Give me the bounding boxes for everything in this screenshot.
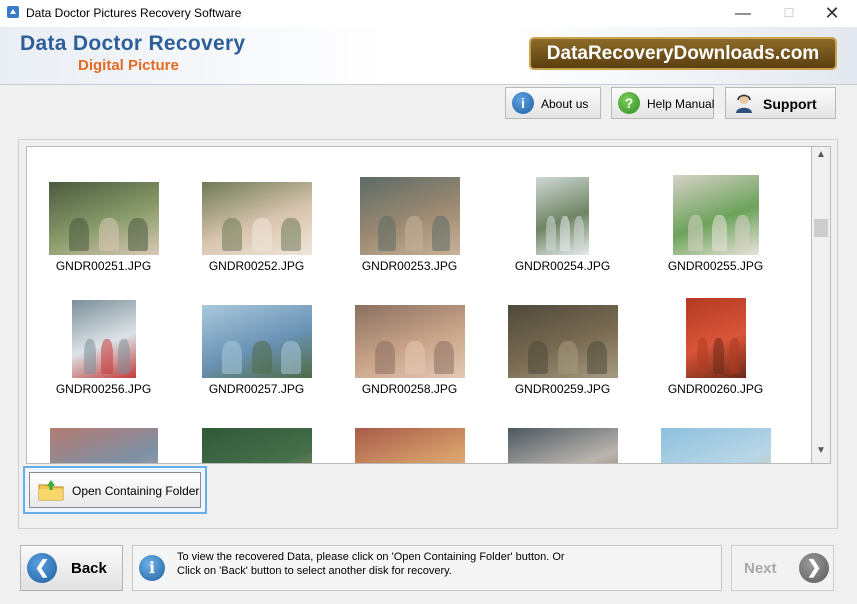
thumbnail-image bbox=[508, 428, 618, 463]
support-agent-icon bbox=[736, 94, 752, 113]
thumbnail-image bbox=[355, 305, 465, 378]
window-title: Data Doctor Pictures Recovery Software bbox=[26, 6, 242, 20]
photo-detail bbox=[128, 218, 148, 251]
thumbnail-filename: GNDR00257.JPG bbox=[208, 382, 305, 396]
back-button[interactable]: ❮ Back bbox=[20, 545, 123, 591]
photo-detail bbox=[574, 216, 584, 251]
photo-detail bbox=[101, 339, 113, 374]
thumbnail-filename: GNDR00253.JPG bbox=[361, 259, 458, 273]
support-label: Support bbox=[763, 96, 817, 112]
photo-detail bbox=[713, 338, 724, 374]
photo-detail bbox=[735, 215, 750, 251]
photo-detail bbox=[69, 218, 89, 251]
info-icon: i bbox=[512, 92, 534, 114]
open-containing-folder-button[interactable]: Open Containing Folder bbox=[29, 472, 201, 508]
title-bar: Data Doctor Pictures Recovery Software —… bbox=[0, 0, 857, 27]
back-label: Back bbox=[71, 560, 107, 577]
thumbnail-filename: GNDR00258.JPG bbox=[361, 382, 458, 396]
photo-detail bbox=[434, 341, 454, 374]
photo-detail bbox=[99, 218, 119, 251]
photo-detail bbox=[378, 216, 396, 251]
thumbnail-filename: GNDR00255.JPG bbox=[667, 259, 764, 273]
thumbnail-image bbox=[355, 428, 465, 463]
thumbnail-filename: GNDR00252.JPG bbox=[208, 259, 305, 273]
thumbnail-filename: GNDR00254.JPG bbox=[514, 259, 611, 273]
thumbnail-image bbox=[686, 298, 746, 378]
photo-detail bbox=[252, 341, 272, 374]
gallery-scrollbar[interactable]: ▲ ▼ bbox=[812, 146, 831, 464]
photo-detail bbox=[729, 338, 740, 374]
thumbnail-image bbox=[673, 175, 759, 255]
product-title: Data Doctor Recovery bbox=[20, 32, 246, 55]
thumbnail-filename: GNDR00260.JPG bbox=[667, 382, 764, 396]
open-containing-folder-focus: Open Containing Folder bbox=[23, 466, 207, 514]
info-line-1: To view the recovered Data, please click… bbox=[177, 551, 565, 563]
photo-detail bbox=[375, 341, 395, 374]
folder-icon bbox=[38, 480, 64, 501]
help-manual-label: Help Manual bbox=[647, 97, 715, 111]
info-line-2: Click on 'Back' button to select another… bbox=[177, 565, 452, 577]
thumbnail-image bbox=[536, 177, 589, 255]
scroll-down-arrow-icon[interactable]: ▼ bbox=[812, 445, 830, 461]
back-arrow-icon: ❮ bbox=[27, 553, 57, 583]
photo-detail bbox=[222, 218, 242, 251]
photo-detail bbox=[405, 341, 425, 374]
brand-logo[interactable]: DataRecoveryDownloads.com bbox=[529, 37, 837, 70]
photo-detail bbox=[405, 216, 423, 251]
support-button[interactable]: Support bbox=[725, 87, 836, 119]
info-message-box: i To view the recovered Data, please cli… bbox=[132, 545, 722, 591]
thumbnail-image bbox=[202, 428, 312, 463]
thumbnail-image bbox=[202, 305, 312, 378]
thumbnail-image bbox=[50, 428, 158, 463]
next-label: Next bbox=[744, 560, 777, 577]
photo-detail bbox=[558, 341, 578, 374]
photo-detail bbox=[688, 215, 703, 251]
info-icon: i bbox=[139, 555, 165, 581]
photo-detail bbox=[528, 341, 548, 374]
photo-detail bbox=[697, 338, 708, 374]
thumbnail-filename: GNDR00251.JPG bbox=[55, 259, 152, 273]
next-button: Next ❯ bbox=[731, 545, 834, 591]
thumbnail-image bbox=[508, 305, 618, 378]
photo-detail bbox=[546, 216, 556, 251]
thumbnail-image bbox=[49, 182, 159, 255]
header-banner: Data Doctor Recovery Digital Picture Dat… bbox=[0, 27, 857, 85]
product-subtitle: Digital Picture bbox=[78, 57, 179, 74]
photo-detail bbox=[432, 216, 450, 251]
photo-detail bbox=[281, 218, 301, 251]
thumbnail-image bbox=[360, 177, 460, 255]
photo-detail bbox=[84, 339, 96, 374]
question-icon: ? bbox=[618, 92, 640, 114]
open-containing-folder-label: Open Containing Folder bbox=[72, 484, 200, 498]
recovered-pictures-gallery[interactable]: GNDR00251.JPG GNDR00252.JPG GNDR00253.JPG G… bbox=[26, 146, 812, 464]
help-manual-button[interactable]: ? Help Manual bbox=[611, 87, 714, 119]
photo-detail bbox=[712, 215, 727, 251]
scroll-up-arrow-icon[interactable]: ▲ bbox=[812, 149, 830, 165]
info-message: To view the recovered Data, please click… bbox=[177, 550, 565, 578]
minimize-button[interactable]: — bbox=[720, 0, 766, 27]
thumbnail-image bbox=[72, 300, 136, 378]
about-us-button[interactable]: i About us bbox=[505, 87, 601, 119]
thumbnail-image bbox=[661, 428, 771, 463]
scroll-thumb[interactable] bbox=[814, 219, 828, 237]
photo-detail bbox=[281, 341, 301, 374]
next-arrow-icon: ❯ bbox=[799, 553, 829, 583]
about-us-label: About us bbox=[541, 97, 589, 111]
thumbnail-filename: GNDR00256.JPG bbox=[55, 382, 152, 396]
app-icon bbox=[7, 6, 19, 18]
photo-detail bbox=[222, 341, 242, 374]
photo-detail bbox=[252, 218, 272, 251]
photo-detail bbox=[118, 339, 130, 374]
maximize-button[interactable]: ☐ bbox=[766, 0, 812, 27]
photo-detail bbox=[587, 341, 607, 374]
close-button[interactable]: ✕ bbox=[809, 0, 855, 27]
thumbnail-filename: GNDR00259.JPG bbox=[514, 382, 611, 396]
thumbnail-image bbox=[202, 182, 312, 255]
photo-detail bbox=[560, 216, 570, 251]
